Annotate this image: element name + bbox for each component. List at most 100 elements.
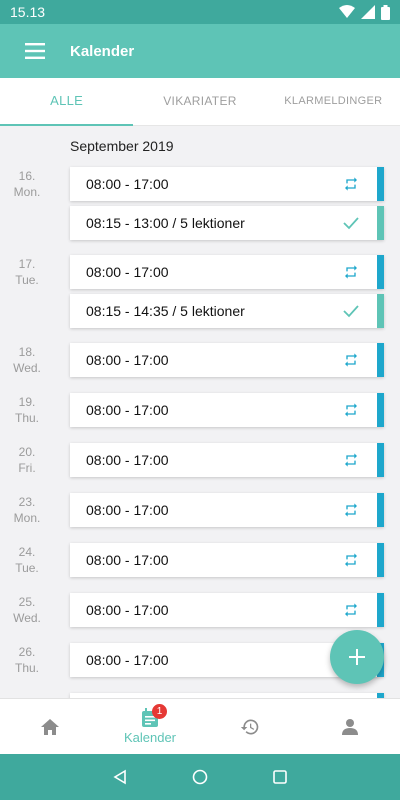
tab-vikariater[interactable]: VIKARIATER (133, 78, 266, 125)
day-date: 17. (18, 257, 36, 271)
day-weekday: Tue. (15, 561, 39, 575)
status-bar-indicator (377, 493, 384, 527)
tab-bar: ALLE VIKARIATER KLARMELDINGER (0, 78, 400, 126)
entry-time: 08:00 - 17:00 (86, 602, 169, 618)
status-bar-indicator (377, 543, 384, 577)
status-time: 15.13 (10, 4, 46, 20)
day-weekday: Tue. (15, 273, 39, 287)
status-bar-indicator (377, 206, 384, 240)
status-bar-indicator (377, 343, 384, 377)
status-icons (339, 4, 390, 20)
calendar-entry[interactable]: 08:15 - 13:00 / 5 lektioner (70, 206, 384, 240)
day-weekday: Mon. (13, 511, 41, 525)
status-bar-indicator (377, 294, 384, 328)
nav-home[interactable] (0, 699, 100, 754)
back-icon[interactable] (112, 769, 128, 785)
day-date: 23. (18, 495, 36, 509)
tab-klarmeldinger[interactable]: KLARMELDINGER (267, 78, 400, 125)
entry-time: 08:00 - 17:00 (86, 176, 169, 192)
entry-time: 08:00 - 17:00 (86, 452, 169, 468)
entry-time: 08:00 - 17:00 (86, 402, 169, 418)
calendar-entry[interactable]: 08:00 - 17:00 (70, 255, 384, 289)
repeat-icon (339, 598, 363, 622)
entry-time: 08:00 - 17:00 (86, 652, 169, 668)
day-label: 24. Tue. (0, 544, 54, 576)
calendar-entry[interactable]: 08:00 - 17:00 (70, 493, 384, 527)
signal-icon (361, 5, 375, 19)
tab-alle[interactable]: ALLE (0, 78, 134, 126)
nav-history[interactable] (200, 699, 300, 754)
calendar-list[interactable]: September 2019 16. Mon. 17. Tue. 18. Wed. 1… (0, 126, 400, 698)
status-bar-indicator (377, 393, 384, 427)
calendar-entry[interactable]: 08:00 - 17:00 (70, 343, 384, 377)
month-header: September 2019 (70, 138, 174, 154)
battery-icon (381, 4, 390, 20)
calendar-entry[interactable]: 08:00 - 17:00 (70, 593, 384, 627)
day-weekday: Thu. (14, 661, 39, 675)
day-label: 26. Thu. (0, 644, 54, 676)
entry-time: 08:00 - 17:00 (86, 552, 169, 568)
entry-time: 08:15 - 13:00 / 5 lektioner (86, 215, 245, 231)
entry-time: 08:00 - 17:00 (86, 502, 169, 518)
day-weekday: Fri. (18, 461, 36, 475)
status-bar-indicator (377, 593, 384, 627)
bottom-navigation: 1 Kalender (0, 698, 400, 754)
day-label: 19. Thu. (0, 394, 54, 426)
repeat-icon (339, 498, 363, 522)
day-date: 24. (18, 545, 36, 559)
day-label: 20. Fri. (0, 444, 54, 476)
status-bar-indicator (377, 443, 384, 477)
home-circle-icon[interactable] (192, 769, 208, 785)
repeat-icon (339, 348, 363, 372)
status-bar: 15.13 (0, 0, 400, 24)
entry-time: 08:00 - 17:00 (86, 352, 169, 368)
calendar-entry[interactable]: 08:15 - 14:35 / 5 lektioner (70, 294, 384, 328)
day-date: 18. (18, 345, 36, 359)
calendar-entry[interactable]: 08:00 - 17:00 (70, 167, 384, 201)
history-icon (240, 719, 259, 734)
system-navigation (0, 754, 400, 800)
day-date: 26. (18, 645, 36, 659)
day-date: 20. (18, 445, 36, 459)
day-weekday: Mon. (13, 185, 41, 199)
entry-time: 08:00 - 17:00 (86, 264, 169, 280)
calendar-entry[interactable]: 08:00 - 17:00 (70, 393, 384, 427)
day-label: 17. Tue. (0, 256, 54, 288)
calendar-entry[interactable]: 08:00 - 17:00 (70, 543, 384, 577)
day-label: 25. Wed. (0, 594, 54, 626)
repeat-icon (339, 548, 363, 572)
day-date: 16. (18, 169, 36, 183)
day-label: 18. Wed. (0, 344, 54, 376)
day-label: 16. Mon. (0, 168, 54, 200)
home-icon (41, 718, 59, 735)
day-date: 19. (18, 395, 36, 409)
notification-badge: 1 (152, 704, 167, 719)
day-weekday: Wed. (13, 611, 41, 625)
repeat-icon (339, 448, 363, 472)
day-label: 23. Mon. (0, 494, 54, 526)
plus-icon (349, 649, 365, 665)
status-bar-indicator (377, 167, 384, 201)
wifi-icon (339, 5, 355, 18)
app-bar: Kalender (0, 24, 400, 78)
nav-profile[interactable] (300, 699, 400, 754)
menu-button[interactable] (0, 24, 70, 78)
repeat-icon (339, 260, 363, 284)
entry-time: 08:15 - 14:35 / 5 lektioner (86, 303, 245, 319)
recents-icon[interactable] (272, 769, 288, 785)
hamburger-icon (25, 43, 45, 59)
add-button[interactable] (330, 630, 384, 684)
page-title: Kalender (70, 42, 135, 60)
calendar-entry[interactable]: 08:00 - 17:00 (70, 443, 384, 477)
nav-calendar-label: Kalender (123, 730, 177, 745)
status-bar-indicator (377, 255, 384, 289)
nav-calendar[interactable]: 1 Kalender (100, 699, 200, 754)
checkmark-icon (339, 211, 363, 235)
checkmark-icon (339, 299, 363, 323)
repeat-icon (339, 172, 363, 196)
repeat-icon (339, 398, 363, 422)
day-weekday: Wed. (13, 361, 41, 375)
day-date: 25. (18, 595, 36, 609)
day-weekday: Thu. (14, 411, 39, 425)
person-icon (342, 718, 358, 735)
